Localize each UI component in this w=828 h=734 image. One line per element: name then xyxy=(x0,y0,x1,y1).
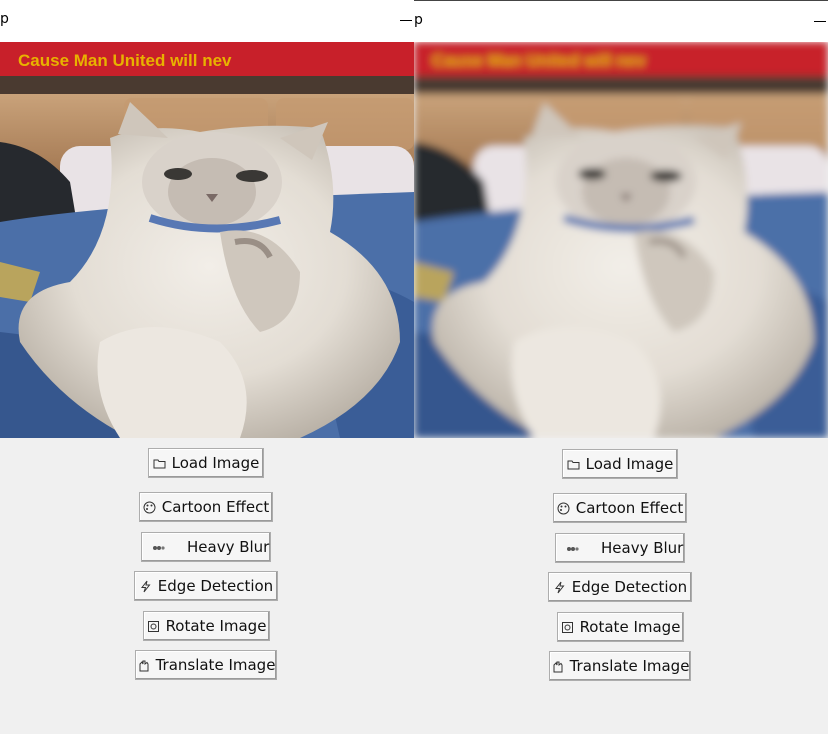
rotate-image-button[interactable]: Rotate Image xyxy=(143,611,270,641)
edge-detection-button[interactable]: Edge Detection xyxy=(548,572,692,602)
translate-image-label: Translate Image xyxy=(569,657,690,675)
load-image-button[interactable]: Load Image xyxy=(148,448,264,478)
load-image-button[interactable]: Load Image xyxy=(562,449,678,479)
translate-image-label: Translate Image xyxy=(155,656,276,674)
original-image: Cause Man United will nev xyxy=(0,42,414,438)
rotate-icon xyxy=(561,621,574,634)
lightning-icon xyxy=(139,580,152,593)
cartoon-effect-label: Cartoon Effect xyxy=(161,498,270,516)
heavy-blur-label: Heavy Blur xyxy=(187,538,270,556)
rotate-icon xyxy=(147,620,160,633)
translate-image-button[interactable]: Translate Image xyxy=(135,650,277,680)
title-bar: p xyxy=(414,0,828,43)
window-title: p xyxy=(414,12,423,28)
rotate-image-button[interactable]: Rotate Image xyxy=(557,612,684,642)
button-panel: Load Image Cartoon Effect Heavy Blur Edg… xyxy=(414,438,828,734)
banner-text: Cause Man United will nev xyxy=(432,51,646,70)
cartoon-effect-button[interactable]: Cartoon Effect xyxy=(553,493,687,523)
load-image-label: Load Image xyxy=(171,454,260,472)
hand-icon xyxy=(137,659,150,672)
button-panel: Load Image Cartoon Effect Heavy Blur Edg… xyxy=(0,438,414,734)
palette-icon xyxy=(557,502,570,515)
title-bar: p xyxy=(0,0,414,42)
lightning-icon xyxy=(553,581,566,594)
minimize-icon[interactable] xyxy=(400,20,412,21)
rotate-image-label: Rotate Image xyxy=(165,617,267,635)
blur-icon xyxy=(152,541,165,554)
banner-text: Cause Man United will nev xyxy=(18,51,232,70)
blur-icon xyxy=(566,542,579,555)
heavy-blur-button[interactable]: Heavy Blur xyxy=(555,533,685,563)
original-window: p Cause Man United will nev Load Image C… xyxy=(0,0,414,734)
folder-icon xyxy=(153,457,166,470)
window-title: p xyxy=(0,11,9,27)
translate-image-button[interactable]: Translate Image xyxy=(549,651,691,681)
cartoon-effect-label: Cartoon Effect xyxy=(575,499,684,517)
heavy-blur-button[interactable]: Heavy Blur xyxy=(141,532,271,562)
rotate-image-label: Rotate Image xyxy=(579,618,681,636)
blurred-image: Cause Man United will nev xyxy=(414,42,828,438)
load-image-label: Load Image xyxy=(585,455,674,473)
cartoon-effect-button[interactable]: Cartoon Effect xyxy=(139,492,273,522)
folder-icon xyxy=(567,458,580,471)
hand-icon xyxy=(551,660,564,673)
palette-icon xyxy=(143,501,156,514)
edge-detection-button[interactable]: Edge Detection xyxy=(134,571,278,601)
edge-detection-label: Edge Detection xyxy=(571,578,688,596)
edge-detection-label: Edge Detection xyxy=(157,577,274,595)
result-window: p Cause Man United will nev Load Image C… xyxy=(414,0,828,734)
minimize-icon[interactable] xyxy=(814,21,826,22)
heavy-blur-label: Heavy Blur xyxy=(601,539,684,557)
